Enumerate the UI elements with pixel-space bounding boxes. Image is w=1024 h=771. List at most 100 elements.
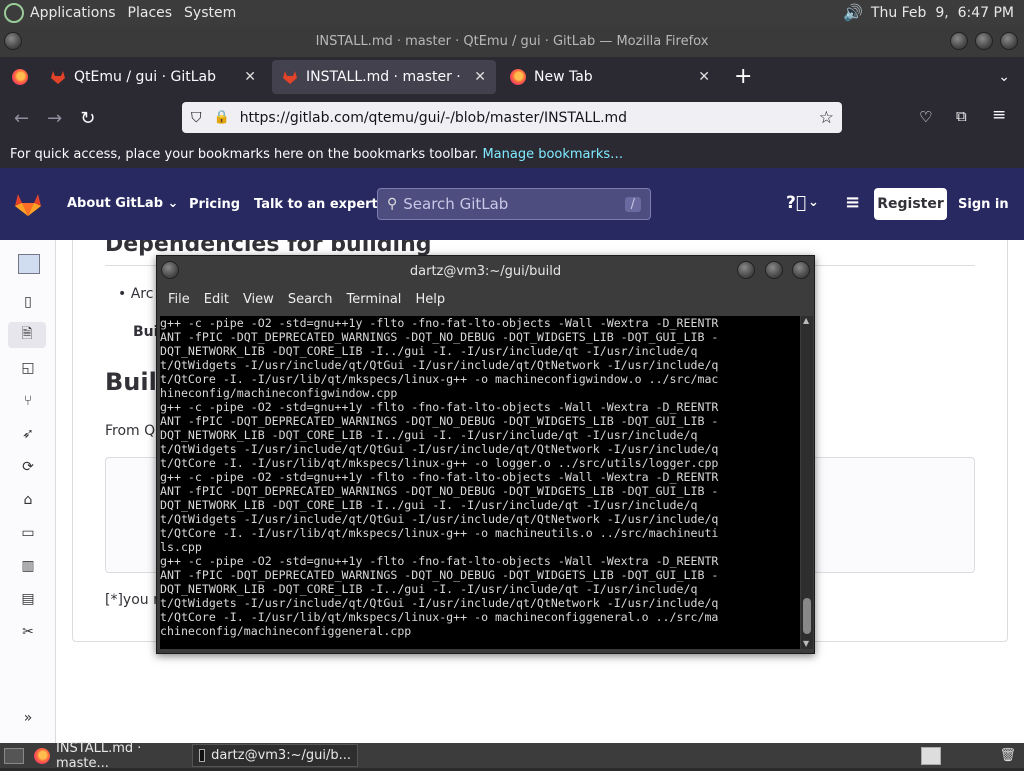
bookmarks-toolbar: For quick access, place your bookmarks h… <box>0 140 1024 168</box>
tab-install-md[interactable]: INSTALL.md · master · QtEmu ✕ <box>272 59 496 94</box>
tab-label: QtEmu / gui · GitLab <box>74 68 216 85</box>
applications-menu[interactable]: Applications <box>24 5 122 21</box>
terminal-line: t/QtWidgets -I/usr/include/qt/QtGui -I/u… <box>160 442 719 456</box>
issues-icon[interactable]: ◱ <box>18 358 38 378</box>
lock-icon[interactable]: 🔒 <box>214 110 230 125</box>
monitor-icon[interactable]: ▭ <box>18 523 38 543</box>
project-info-icon[interactable]: ▯ <box>18 292 38 312</box>
close-tab-icon[interactable]: ✕ <box>474 69 486 85</box>
taskbar-label: dartz@vm3:~/gui/b... <box>211 748 351 763</box>
deployments-rocket-icon[interactable]: ➶ <box>18 424 38 444</box>
scroll-down-icon[interactable]: ▼ <box>803 639 809 648</box>
tab-qtemu-gui[interactable]: QtEmu / gui · GitLab ✕ <box>40 60 266 94</box>
gitlab-logo-icon[interactable] <box>14 191 42 217</box>
about-gitlab-menu[interactable]: About GitLab ⌄ <box>67 196 178 211</box>
menu-search[interactable]: Search <box>281 292 340 307</box>
terminal-line: ANT -fPIC -DQT_DEPRECATED_WARNINGS -DQT_… <box>160 484 719 498</box>
terminal-line: t/QtCore -I. -I/usr/lib/qt/mkspecs/linux… <box>160 610 719 624</box>
taskbar-terminal[interactable]: dartz@vm3:~/gui/b... <box>192 744 358 767</box>
maximize-button[interactable] <box>975 32 993 50</box>
expand-sidebar-icon[interactable]: » <box>18 708 38 728</box>
terminal-output[interactable]: g++ -c -pipe -O2 -std=gnu++1y -flto -fno… <box>160 316 800 649</box>
sign-in-link[interactable]: Sign in <box>958 197 1009 212</box>
bullet-item: • Arc <box>118 286 154 302</box>
minimize-button[interactable] <box>737 261 755 279</box>
firefox-icon <box>34 747 50 764</box>
menu-edit[interactable]: Edit <box>197 292 236 307</box>
system-menu[interactable]: System <box>178 5 242 21</box>
register-button[interactable]: Register <box>874 188 947 220</box>
places-menu[interactable]: Places <box>122 5 179 21</box>
chevron-down-icon[interactable]: ⌄ <box>808 195 819 210</box>
forward-arrow-icon[interactable]: → <box>47 108 62 129</box>
top-panel: Applications Places System 🔊 Thu Feb 9, … <box>0 0 1024 25</box>
firefox-icon <box>510 68 526 85</box>
distro-logo-icon[interactable] <box>4 2 24 23</box>
window-titlebar[interactable]: INSTALL.md · master · QtEmu / gui · GitL… <box>0 25 1024 57</box>
search-placeholder: Search GitLab <box>403 195 509 213</box>
extensions-icon[interactable]: ⧉ <box>956 107 967 125</box>
list-all-tabs-icon[interactable]: ⌄ <box>998 69 1010 85</box>
from-text: From Q <box>105 423 156 439</box>
terminal-window[interactable]: dartz@vm3:~/gui/build File Edit View Sea… <box>156 255 815 654</box>
taskbar-firefox[interactable]: INSTALL.md · maste... <box>28 741 188 771</box>
show-desktop-icon[interactable] <box>4 747 24 764</box>
terminal-scrollbar[interactable]: ▲ ▼ <box>801 316 813 649</box>
scroll-thumb[interactable] <box>803 598 811 634</box>
terminal-line: DQT_NETWORK_LIB -DQT_CORE_LIB -I../gui -… <box>160 344 698 358</box>
url-text[interactable]: https://gitlab.com/qtemu/gui/-/blob/mast… <box>240 110 627 126</box>
snippets-scissors-icon[interactable]: ✂ <box>18 622 38 642</box>
trash-icon[interactable]: 🗑 <box>999 748 1016 763</box>
chevron-down-icon: ⌄ <box>167 196 179 211</box>
workspace-switcher[interactable] <box>921 746 942 765</box>
merge-requests-icon[interactable]: ⑂ <box>18 391 38 411</box>
repository-icon[interactable]: 🗎 <box>8 322 46 348</box>
terminal-line: g++ -c -pipe -O2 -std=gnu++1y -flto -fno… <box>160 554 719 568</box>
project-avatar-icon[interactable] <box>18 254 40 274</box>
window-title: INSTALL.md · master · QtEmu / gui · GitL… <box>315 33 709 49</box>
clock[interactable]: Thu Feb 9, 6:47 PM <box>871 5 1014 21</box>
tab-strip: QtEmu / gui · GitLab ✕ INSTALL.md · mast… <box>0 57 1024 96</box>
help-icon[interactable]: ?⃝ <box>786 193 806 213</box>
tab-label: New Tab <box>534 68 593 85</box>
hamburger-menu-icon[interactable]: ≡ <box>845 192 860 213</box>
menu-view[interactable]: View <box>236 292 281 307</box>
close-tab-icon[interactable]: ✕ <box>244 69 256 85</box>
terminal-titlebar[interactable]: dartz@vm3:~/gui/build <box>157 256 814 286</box>
wiki-icon[interactable]: ▤ <box>18 589 38 609</box>
new-tab-button[interactable]: + <box>734 64 752 89</box>
close-tab-icon[interactable]: ✕ <box>698 69 710 85</box>
menu-terminal[interactable]: Terminal <box>339 292 408 307</box>
packages-icon[interactable]: ⌂ <box>18 490 38 510</box>
bookmark-star-icon[interactable]: ☆ <box>819 108 834 128</box>
scroll-up-icon[interactable]: ▲ <box>803 316 809 325</box>
close-window-button[interactable] <box>1000 32 1018 50</box>
menu-help[interactable]: Help <box>408 292 452 307</box>
address-bar[interactable]: ⛉ 🔒 https://gitlab.com/qtemu/gui/-/blob/… <box>182 102 842 133</box>
window-menu-button[interactable] <box>4 32 22 50</box>
app-menu-icon[interactable]: ≡ <box>992 105 1006 125</box>
manage-bookmarks-link[interactable]: Manage bookmarks… <box>482 147 623 162</box>
talk-to-expert-link[interactable]: Talk to an expert <box>254 197 378 212</box>
terminal-line: t/QtCore -I. -I/usr/lib/qt/mkspecs/linux… <box>160 372 719 386</box>
pocket-icon[interactable]: ♡ <box>919 108 932 126</box>
terminal-line: ANT -fPIC -DQT_DEPRECATED_WARNINGS -DQT_… <box>160 330 719 344</box>
back-arrow-icon[interactable]: ← <box>14 108 29 129</box>
close-window-button[interactable] <box>792 261 810 279</box>
volume-icon[interactable]: 🔊 <box>843 3 863 22</box>
tab-new-tab[interactable]: New Tab ✕ <box>500 60 720 94</box>
shield-icon[interactable]: ⛉ <box>191 110 202 126</box>
firefox-icon <box>12 68 28 85</box>
window-menu-button[interactable] <box>161 261 179 279</box>
menu-file[interactable]: File <box>161 292 197 307</box>
analytics-icon[interactable]: ▥ <box>18 556 38 576</box>
project-sidebar: ▯ 🗎 ◱ ⑂ ➶ ⟳ ⌂ ▭ ▥ ▤ ✂ » <box>0 240 56 743</box>
reload-icon[interactable]: ↻ <box>80 108 95 129</box>
maximize-button[interactable] <box>765 261 783 279</box>
gitlab-search-input[interactable]: ⚲ Search GitLab / <box>377 188 651 220</box>
pricing-link[interactable]: Pricing <box>189 197 240 212</box>
firefox-view-button[interactable] <box>0 68 40 85</box>
ci-cd-icon[interactable]: ⟳ <box>18 457 38 477</box>
minimize-button[interactable] <box>950 32 968 50</box>
terminal-line: g++ -c -pipe -O2 -std=gnu++1y -flto -fno… <box>160 470 719 484</box>
